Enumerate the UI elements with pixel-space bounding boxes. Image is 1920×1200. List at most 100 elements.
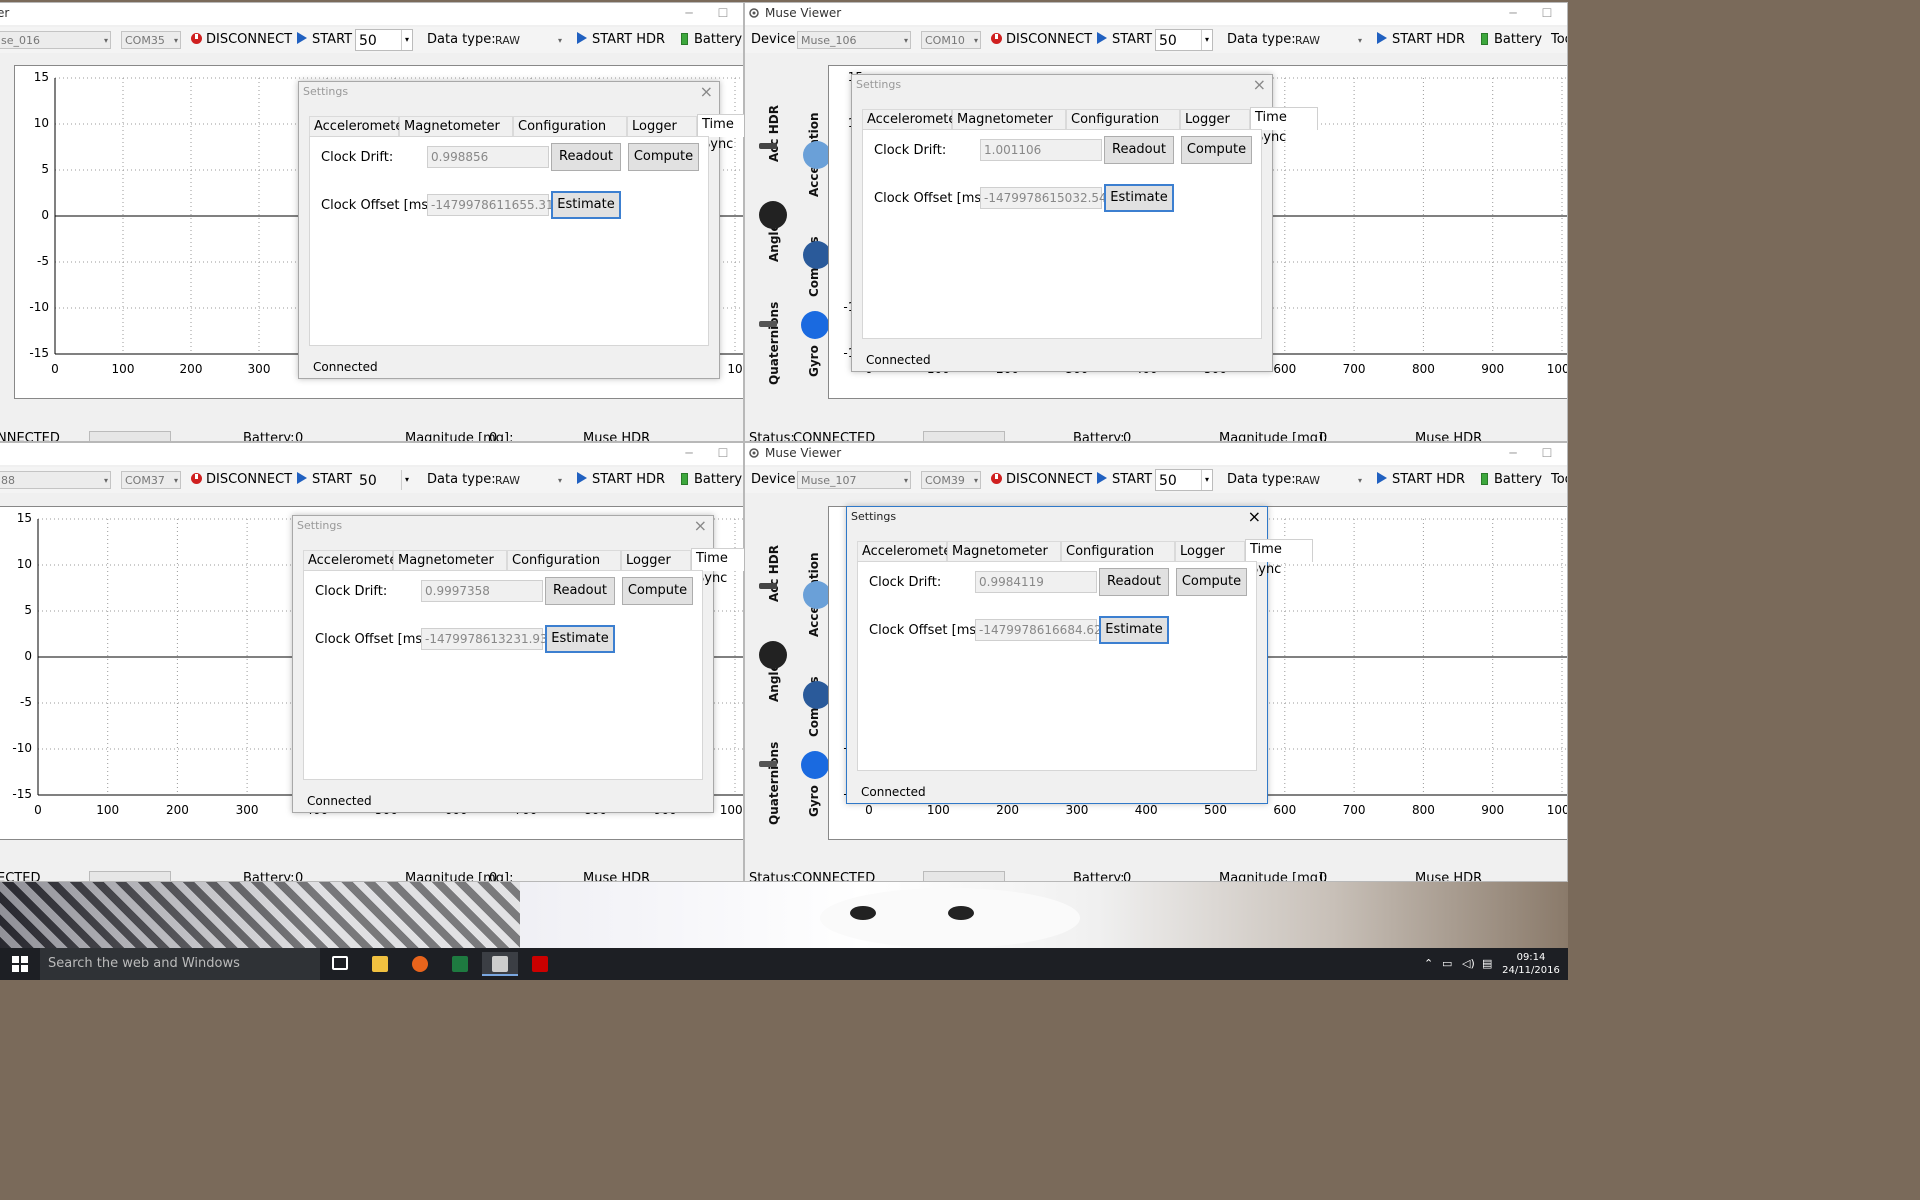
task-view-icon[interactable] xyxy=(322,952,358,976)
compute-button[interactable]: Compute xyxy=(622,577,693,605)
tab-logger[interactable]: Logger xyxy=(621,550,691,570)
tab-accelerometer[interactable]: Accelerometer xyxy=(309,116,409,136)
battery-button[interactable]: Battery xyxy=(1481,467,1542,493)
estimate-button[interactable]: Estimate xyxy=(551,191,621,219)
close-icon[interactable]: × xyxy=(700,82,713,102)
minimize-icon[interactable]: ─ xyxy=(1503,4,1523,22)
clock-offset-field[interactable]: -1479978615032.54 xyxy=(980,187,1107,209)
readout-button[interactable]: Readout xyxy=(551,143,621,171)
tools-menu[interactable]: Too xyxy=(1551,467,1567,493)
volume-icon[interactable]: ◁) xyxy=(1462,948,1475,980)
tab-logger[interactable]: Logger xyxy=(627,116,697,136)
start-hdr-button[interactable]: START HDR xyxy=(577,27,665,53)
compute-button[interactable]: Compute xyxy=(1181,136,1252,164)
estimate-button[interactable]: Estimate xyxy=(1104,184,1174,212)
data-type-select[interactable]: RAW ▾ xyxy=(491,471,565,489)
compass-icon[interactable] xyxy=(803,241,831,269)
tab-configuration[interactable]: Configuration xyxy=(513,116,627,136)
tab-configuration[interactable]: Configuration xyxy=(1066,109,1180,129)
close-icon[interactable]: × xyxy=(694,516,707,536)
device-select[interactable]: Muse_107 ▾ xyxy=(797,471,911,489)
tab-magnetometer[interactable]: Magnetometer xyxy=(947,541,1061,561)
com-port-select[interactable]: COM39 ▾ xyxy=(921,471,981,489)
tab-gyro[interactable]: Gyro xyxy=(807,345,821,377)
hdr-icon[interactable] xyxy=(759,143,777,149)
tab-acc-hdr[interactable]: Acc HDR xyxy=(767,545,781,602)
start-button[interactable]: START xyxy=(1097,467,1152,493)
clock-offset-field[interactable]: -1479978613231.93 xyxy=(421,628,548,650)
muse-viewer-icon[interactable] xyxy=(482,952,518,976)
start-button[interactable]: START xyxy=(297,27,352,53)
windows-start-icon[interactable] xyxy=(12,956,28,972)
clock-offset-field[interactable]: -1479978616684.62 xyxy=(975,619,1102,641)
readout-button[interactable]: Readout xyxy=(1104,136,1174,164)
tab-logger[interactable]: Logger xyxy=(1175,541,1245,561)
sample-rate-stepper[interactable]: 50 ▾ xyxy=(355,29,413,51)
disconnect-button[interactable]: DISCONNECT xyxy=(191,27,292,53)
window-titlebar[interactable]: Muse Viewer ─ ☐ xyxy=(745,3,1567,25)
maximize-icon[interactable]: ☐ xyxy=(713,4,733,22)
estimate-button[interactable]: Estimate xyxy=(545,625,615,653)
tab-acc-hdr[interactable]: Acc HDR xyxy=(767,105,781,162)
axis-icon[interactable] xyxy=(759,321,777,327)
device-select[interactable]: 88 ▾ xyxy=(0,471,111,489)
tab-configuration[interactable]: Configuration xyxy=(507,550,621,570)
tab-accelerometer[interactable]: Accelerometer xyxy=(857,541,957,561)
com-port-select[interactable]: COM35 ▾ xyxy=(121,31,181,49)
minimize-icon[interactable]: ─ xyxy=(1503,444,1523,462)
excel-icon[interactable] xyxy=(442,952,478,976)
chevron-down-icon[interactable]: ▾ xyxy=(401,470,412,490)
window-titlebar[interactable]: er ─ ☐ xyxy=(0,3,743,25)
clock-drift-field[interactable]: 0.998856 xyxy=(427,146,549,168)
disconnect-button[interactable]: DISCONNECT xyxy=(191,467,292,493)
tab-magnetometer[interactable]: Magnetometer xyxy=(952,109,1066,129)
start-hdr-button[interactable]: START HDR xyxy=(1377,467,1465,493)
tab-gyro[interactable]: Gyro xyxy=(807,785,821,817)
hdr-icon[interactable] xyxy=(759,583,777,589)
tray-chevron-icon[interactable]: ⌃ xyxy=(1424,948,1433,980)
disconnect-button[interactable]: DISCONNECT xyxy=(991,467,1092,493)
clock-drift-field[interactable]: 0.9997358 xyxy=(421,580,543,602)
tab-accelerometer[interactable]: Accelerometer xyxy=(303,550,403,570)
start-hdr-button[interactable]: START HDR xyxy=(1377,27,1465,53)
estimate-button[interactable]: Estimate xyxy=(1099,616,1169,644)
tab-accelerometer[interactable]: Accelerometer xyxy=(862,109,962,129)
tab-magnetometer[interactable]: Magnetometer xyxy=(399,116,513,136)
device-select[interactable]: Muse_106 ▾ xyxy=(797,31,911,49)
accelerometer-icon[interactable] xyxy=(803,141,831,169)
tab-magnetometer[interactable]: Magnetometer xyxy=(393,550,507,570)
data-type-select[interactable]: RAW ▾ xyxy=(491,31,565,49)
window-titlebar[interactable]: ─ ☐ xyxy=(0,443,743,465)
sample-rate-stepper[interactable]: 50 ▾ xyxy=(355,469,413,491)
maximize-icon[interactable]: ☐ xyxy=(1537,4,1557,22)
tab-logger[interactable]: Logger xyxy=(1180,109,1250,129)
tools-menu[interactable]: Too xyxy=(1551,27,1567,53)
data-type-select[interactable]: RAW ▾ xyxy=(1291,31,1365,49)
tab-quaternions[interactable]: Quaternions xyxy=(767,302,781,385)
start-hdr-button[interactable]: START HDR xyxy=(577,467,665,493)
start-button[interactable]: START xyxy=(1097,27,1152,53)
sample-rate-stepper[interactable]: 50 ▾ xyxy=(1155,469,1213,491)
device-select[interactable]: se_016 ▾ xyxy=(0,31,111,49)
clock-drift-field[interactable]: 1.001106 xyxy=(980,139,1102,161)
com-port-select[interactable]: COM37 ▾ xyxy=(121,471,181,489)
accelerometer-icon[interactable] xyxy=(803,581,831,609)
start-button[interactable]: START xyxy=(297,467,352,493)
chevron-down-icon[interactable]: ▾ xyxy=(401,30,412,50)
battery-button[interactable]: Battery xyxy=(1481,27,1542,53)
window-titlebar[interactable]: Muse Viewer ─ ☐ xyxy=(745,443,1567,465)
tab-configuration[interactable]: Configuration xyxy=(1061,541,1175,561)
com-port-select[interactable]: COM10 ▾ xyxy=(921,31,981,49)
chevron-down-icon[interactable]: ▾ xyxy=(1201,470,1212,490)
acrobat-icon[interactable] xyxy=(522,952,558,976)
gyroscope-icon[interactable] xyxy=(801,751,829,779)
compute-button[interactable]: Compute xyxy=(628,143,699,171)
minimize-icon[interactable]: ─ xyxy=(679,444,699,462)
tab-time-sync[interactable]: Time Sync xyxy=(1250,107,1318,145)
file-explorer-icon[interactable] xyxy=(362,952,398,976)
close-icon[interactable]: × xyxy=(1253,75,1266,95)
maximize-icon[interactable]: ☐ xyxy=(1537,444,1557,462)
network-icon[interactable]: ▭ xyxy=(1442,948,1452,980)
protractor-icon[interactable] xyxy=(759,201,787,229)
sample-rate-stepper[interactable]: 50 ▾ xyxy=(1155,29,1213,51)
